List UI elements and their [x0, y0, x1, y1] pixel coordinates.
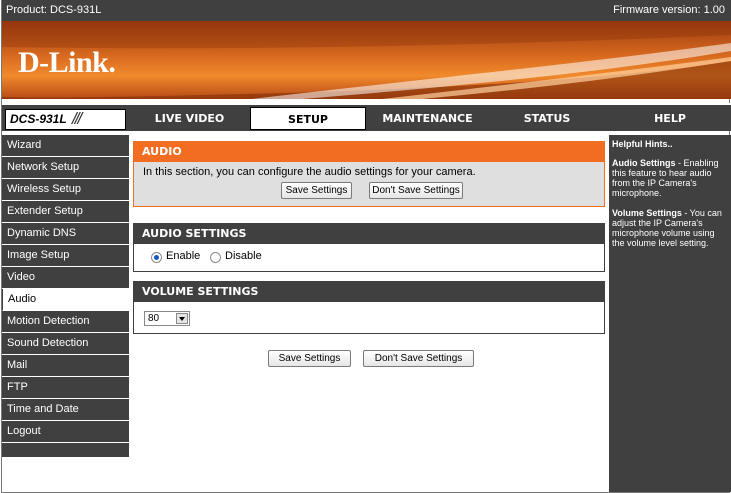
- main-nav: DCS-931L /// LIVE VIDEO SETUP MAINTENANC…: [2, 103, 731, 131]
- audio-intro-body: In this section, you can configure the a…: [133, 162, 605, 207]
- logo-dot-icon: .: [108, 46, 116, 79]
- hint-audio: Audio Settings - Enabling this feature t…: [612, 158, 728, 198]
- sidebar-item-wizard[interactable]: Wizard: [2, 135, 129, 157]
- sidebar-item-ftp[interactable]: FTP: [2, 377, 129, 399]
- sidebar-item-wireless-setup[interactable]: Wireless Setup: [2, 179, 129, 201]
- hint-volume-term: Volume Settings: [612, 208, 682, 218]
- audio-settings-body: Enable Disable: [133, 244, 605, 272]
- hint-audio-term: Audio Settings: [612, 158, 676, 168]
- tab-live-video[interactable]: LIVE VIDEO: [133, 107, 246, 130]
- brand-banner: D-Link.: [2, 21, 731, 99]
- volume-settings-title: VOLUME SETTINGS: [133, 281, 605, 302]
- sidebar-item-mail[interactable]: Mail: [2, 355, 129, 377]
- dlink-logo: D-Link.: [18, 46, 116, 80]
- volume-settings-section: VOLUME SETTINGS 80: [133, 281, 605, 334]
- audio-intro-section: AUDIO In this section, you can configure…: [133, 141, 605, 207]
- volume-select[interactable]: 80: [144, 311, 190, 326]
- footer-save-settings-button[interactable]: Save Settings: [268, 350, 351, 367]
- section-title: AUDIO: [133, 141, 605, 162]
- model-name: DCS-931L: [10, 112, 67, 126]
- hints-title: Helpful Hints..: [612, 139, 673, 149]
- helpful-hints-panel: Helpful Hints.. Audio Settings - Enablin…: [609, 135, 731, 492]
- sidebar-item-audio[interactable]: Audio: [2, 289, 129, 311]
- tab-status[interactable]: STATUS: [489, 107, 605, 130]
- page-frame: Product: DCS-931L Firmware version: 1.00…: [1, 0, 731, 493]
- sidebar-item-time-and-date[interactable]: Time and Date: [2, 399, 129, 421]
- sidebar-item-extender-setup[interactable]: Extender Setup: [2, 201, 129, 223]
- enable-radio[interactable]: [151, 252, 162, 263]
- product-name: Product: DCS-931L: [6, 4, 102, 16]
- save-settings-button[interactable]: Save Settings: [281, 182, 352, 199]
- volume-settings-body: 80: [133, 302, 605, 334]
- audio-settings-section: AUDIO SETTINGS Enable Disable: [133, 223, 605, 272]
- sidebar-item-video[interactable]: Video: [2, 267, 129, 289]
- sidebar-item-dynamic-dns[interactable]: Dynamic DNS: [2, 223, 129, 245]
- tab-setup[interactable]: SETUP: [250, 107, 366, 130]
- model-badge: DCS-931L ///: [5, 109, 126, 130]
- section-description: In this section, you can configure the a…: [143, 166, 476, 178]
- hint-volume: Volume Settings - You can adjust the IP …: [612, 208, 728, 248]
- volume-value: 80: [148, 313, 160, 324]
- audio-settings-title: AUDIO SETTINGS: [133, 223, 605, 244]
- dont-save-settings-button[interactable]: Don't Save Settings: [369, 182, 463, 199]
- top-info-bar: Product: DCS-931L Firmware version: 1.00: [2, 0, 731, 21]
- logo-text: D-Link: [18, 46, 109, 79]
- chevron-down-icon[interactable]: [176, 313, 188, 324]
- sidebar-item-image-setup[interactable]: Image Setup: [2, 245, 129, 267]
- sidebar-item-motion-detection[interactable]: Motion Detection: [2, 311, 129, 333]
- sidebar-item-network-setup[interactable]: Network Setup: [2, 157, 129, 179]
- firmware-version: Firmware version: 1.00: [613, 4, 725, 16]
- tab-help[interactable]: HELP: [609, 107, 731, 130]
- sidebar: Wizard Network Setup Wireless Setup Exte…: [2, 135, 129, 457]
- footer-dont-save-settings-button[interactable]: Don't Save Settings: [363, 350, 474, 367]
- disable-label: Disable: [225, 250, 262, 262]
- disable-radio[interactable]: [210, 252, 221, 263]
- model-slashes-icon: ///: [72, 109, 82, 128]
- sidebar-item-logout[interactable]: Logout: [2, 421, 129, 443]
- sidebar-item-sound-detection[interactable]: Sound Detection: [2, 333, 129, 355]
- tab-maintenance[interactable]: MAINTENANCE: [370, 107, 485, 130]
- enable-label: Enable: [166, 250, 201, 262]
